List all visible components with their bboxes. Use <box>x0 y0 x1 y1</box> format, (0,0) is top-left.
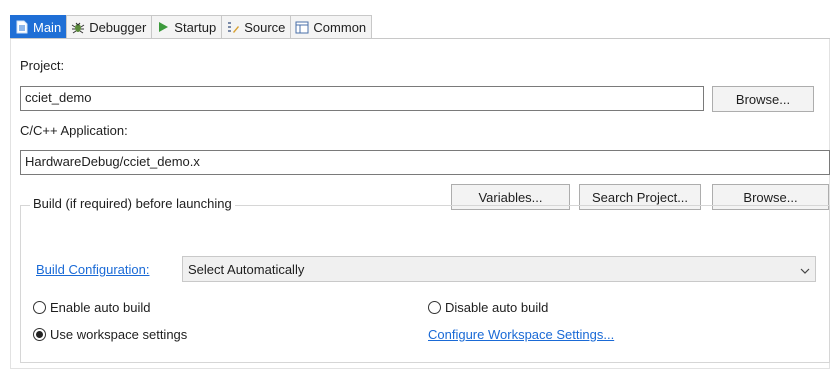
enable-auto-build-label: Enable auto build <box>50 300 151 315</box>
radio-empty-icon <box>428 301 441 314</box>
chevron-down-icon <box>800 262 810 277</box>
tab-source[interactable]: Source <box>221 15 292 38</box>
tab-source-label: Source <box>244 19 286 35</box>
tab-common-label: Common <box>313 19 367 35</box>
project-field[interactable]: cciet_demo <box>20 86 704 111</box>
disable-auto-build-label: Disable auto build <box>445 300 549 315</box>
project-browse-button[interactable]: Browse... <box>712 86 814 112</box>
enable-auto-build-radio[interactable]: Enable auto build <box>33 300 150 315</box>
configure-workspace-settings-link[interactable]: Configure Workspace Settings... <box>428 327 614 342</box>
tab-main-label: Main <box>33 19 62 35</box>
debugger-bug-icon <box>71 20 85 34</box>
source-lookup-icon <box>226 20 240 34</box>
build-configuration-select[interactable]: Select Automatically <box>182 256 816 282</box>
startup-play-icon <box>156 20 170 34</box>
tab-debugger-label: Debugger <box>89 19 147 35</box>
common-window-icon <box>295 20 309 34</box>
disable-auto-build-radio[interactable]: Disable auto build <box>428 300 548 315</box>
tab-startup[interactable]: Startup <box>151 15 223 38</box>
main-page-icon <box>15 20 29 34</box>
use-workspace-settings-radio[interactable]: Use workspace settings <box>33 327 187 342</box>
build-group-title: Build (if required) before launching <box>30 196 235 211</box>
launch-config-tabs: Main Debugger Startup Source Common <box>10 15 373 38</box>
radio-empty-icon <box>33 301 46 314</box>
application-label: C/C++ Application: <box>20 123 128 138</box>
project-label: Project: <box>20 58 65 73</box>
build-configuration-value: Select Automatically <box>188 261 305 277</box>
tab-startup-label: Startup <box>174 19 217 35</box>
application-field[interactable]: HardwareDebug/cciet_demo.x <box>20 150 830 175</box>
build-configuration-link[interactable]: Build Configuration: <box>36 262 149 277</box>
tab-common[interactable]: Common <box>290 15 373 38</box>
radio-selected-icon <box>33 328 46 341</box>
tab-main[interactable]: Main <box>10 15 68 38</box>
tab-debugger[interactable]: Debugger <box>66 15 153 38</box>
use-workspace-settings-label: Use workspace settings <box>50 327 188 342</box>
